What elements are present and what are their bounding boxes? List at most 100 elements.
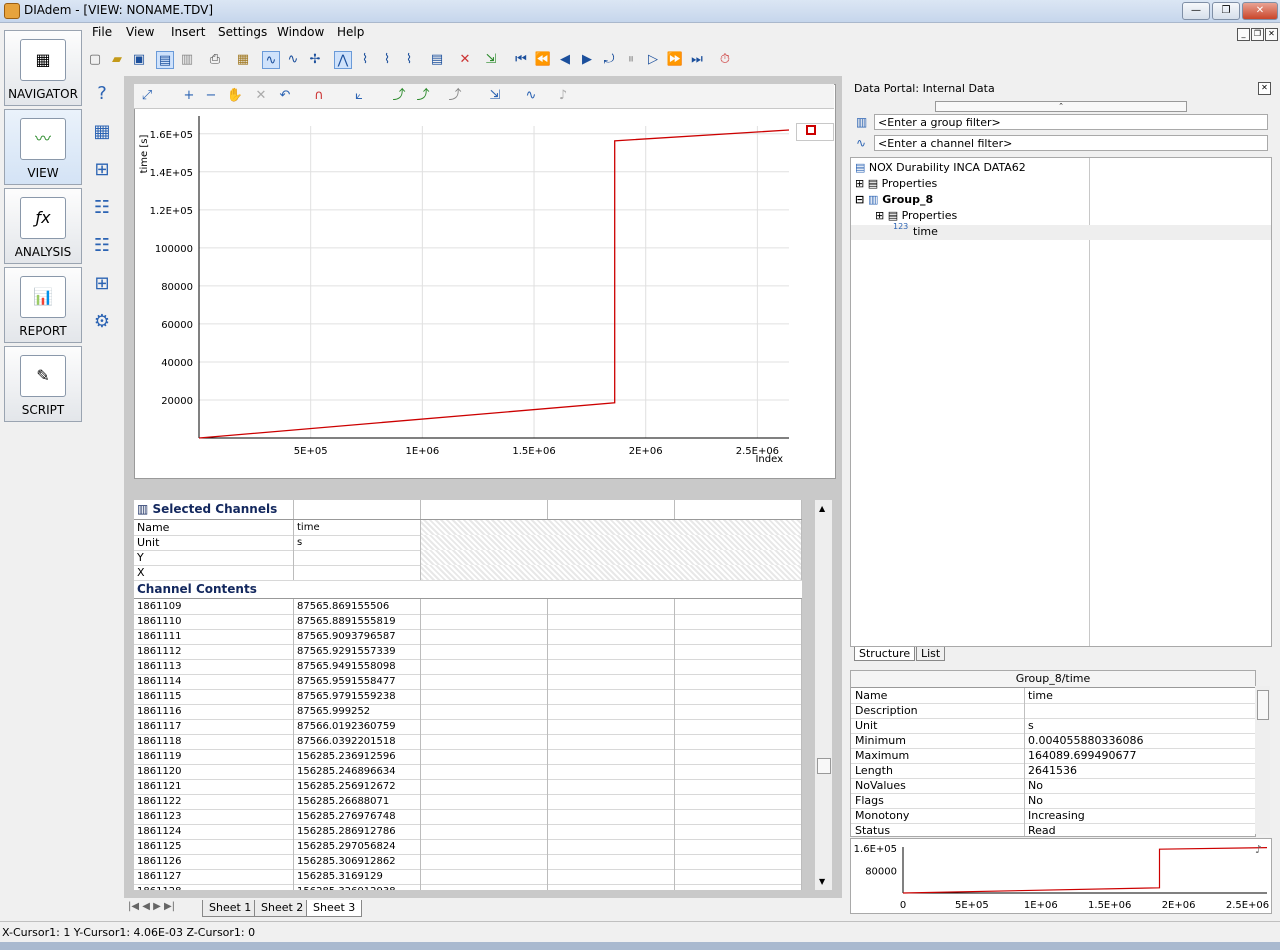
- tab-sheet-2[interactable]: Sheet 2: [254, 900, 311, 917]
- row-value[interactable]: 87565.9591558477: [294, 674, 421, 689]
- row-value[interactable]: 156285.297056824: [294, 839, 421, 854]
- minimize-button[interactable]: —: [1182, 2, 1210, 20]
- tab-structure[interactable]: Structure: [854, 647, 916, 661]
- play-loop-icon[interactable]: ⤾: [600, 51, 618, 69]
- layout-grid-icon[interactable]: ⊞: [88, 270, 116, 298]
- meta-value[interactable]: [294, 565, 421, 580]
- layout-four-icon[interactable]: ⊞: [88, 156, 116, 184]
- layout-mixed-icon[interactable]: ☷: [88, 232, 116, 260]
- menu-window[interactable]: Window: [277, 25, 324, 39]
- row-value[interactable]: 87565.9291557339: [294, 644, 421, 659]
- table-row[interactable]: 1861110 87565.8891555819: [134, 614, 802, 630]
- last-frame-icon[interactable]: ⏭: [688, 51, 706, 69]
- layout-settings-icon[interactable]: ⚙: [88, 308, 116, 336]
- layout-split-icon[interactable]: ☷: [88, 194, 116, 222]
- preview-sound-icon[interactable]: ♪: [1255, 843, 1262, 856]
- export-icon[interactable]: ⇲: [482, 51, 500, 69]
- curve-mode-icon[interactable]: ∿: [522, 87, 540, 105]
- row-value[interactable]: 87566.0192360759: [294, 719, 421, 734]
- meta-value[interactable]: s: [294, 535, 421, 550]
- row-value[interactable]: 156285.246896634: [294, 764, 421, 779]
- scroll-up-icon[interactable]: ▲: [819, 504, 825, 513]
- diadem-app-icon[interactable]: [4, 3, 20, 19]
- band-cursor-icon[interactable]: ∿: [284, 51, 302, 69]
- property-row-description[interactable]: Description: [851, 703, 1255, 719]
- table-row[interactable]: 1861109 87565.869155506: [134, 599, 802, 615]
- zoom-icon[interactable]: ⤢: [138, 87, 156, 105]
- peak-cursor-icon[interactable]: ⋀: [334, 51, 352, 69]
- zoom-out-icon[interactable]: −: [202, 87, 220, 105]
- menu-file[interactable]: File: [92, 25, 112, 39]
- pause-icon[interactable]: ⏸: [622, 51, 640, 69]
- row-value[interactable]: 87565.8891555819: [294, 614, 421, 629]
- nav-report-button[interactable]: 📊 REPORT: [4, 267, 82, 343]
- row-value[interactable]: 156285.236912596: [294, 749, 421, 764]
- tab-list[interactable]: List: [916, 647, 946, 661]
- meta-value[interactable]: time: [294, 520, 421, 535]
- row-value[interactable]: 87565.869155506: [294, 599, 421, 614]
- maximize-button[interactable]: ❐: [1212, 2, 1240, 20]
- nav-navigator-button[interactable]: ▦ NAVIGATOR: [4, 30, 82, 106]
- table-row[interactable]: 1861127 156285.3169129: [134, 869, 802, 885]
- scroll-thumb[interactable]: [817, 758, 831, 774]
- layout-edit-icon[interactable]: ▤: [156, 51, 174, 69]
- table-row[interactable]: 1861112 87565.9291557339: [134, 644, 802, 660]
- table-row[interactable]: 1861114 87565.9591558477: [134, 674, 802, 690]
- table-row[interactable]: 1861113 87565.9491558098: [134, 659, 802, 675]
- edit-curve-icon[interactable]: ⤴: [414, 87, 432, 105]
- collapse-minus-icon[interactable]: ⊟: [855, 193, 868, 206]
- timer-icon[interactable]: ⏱: [716, 51, 734, 69]
- nav-analysis-button[interactable]: ƒx ANALYSIS: [4, 188, 82, 264]
- tree-group-node[interactable]: ⊟ ▥ Group_8: [855, 193, 933, 206]
- property-row-minimum[interactable]: Minimum 0.004055880336086: [851, 733, 1255, 749]
- channel-table[interactable]: ▥ Selected Channels Name time Unit s Y X Chan…: [134, 500, 802, 890]
- properties-scroll-thumb[interactable]: [1257, 690, 1269, 720]
- print-icon[interactable]: ⎙: [206, 51, 224, 69]
- table-vertical-scrollbar[interactable]: ▲ ▼: [815, 500, 832, 890]
- add-curve-icon[interactable]: ⤴: [390, 87, 408, 105]
- frame-cursor-icon[interactable]: ⌇: [356, 51, 374, 69]
- property-row-flags[interactable]: Flags No: [851, 793, 1255, 809]
- nav-view-button[interactable]: 〰 VIEW: [4, 109, 82, 185]
- cursor-mode-icon[interactable]: ∿: [262, 51, 280, 69]
- table-row[interactable]: 1861118 87566.0392201518: [134, 734, 802, 750]
- menu-view[interactable]: View: [126, 25, 154, 39]
- property-row-monotony[interactable]: Monotony Increasing: [851, 808, 1255, 824]
- menu-settings[interactable]: Settings: [218, 25, 267, 39]
- table-row[interactable]: 1861111 87565.9093796587: [134, 629, 802, 645]
- tree-channel-time[interactable]: 123 time: [851, 222, 1271, 240]
- row-value[interactable]: 87565.9791559238: [294, 689, 421, 704]
- table-row[interactable]: 1861120 156285.246896634: [134, 764, 802, 780]
- save-icon[interactable]: ▣: [130, 51, 148, 69]
- tab-sheet-3[interactable]: Sheet 3: [306, 900, 363, 917]
- property-row-maximum[interactable]: Maximum 164089.699490677: [851, 748, 1255, 764]
- undo-zoom-icon[interactable]: ↶: [276, 87, 294, 105]
- copy-icon[interactable]: ▥: [178, 51, 196, 69]
- row-value[interactable]: 156285.276976748: [294, 809, 421, 824]
- table-row[interactable]: 1861123 156285.276976748: [134, 809, 802, 825]
- row-value[interactable]: 87565.999252: [294, 704, 421, 719]
- tree-group-properties[interactable]: ⊞ ▤ Properties: [875, 209, 957, 222]
- menu-insert[interactable]: Insert: [171, 25, 205, 39]
- tree-root-properties[interactable]: ⊞ ▤ Properties: [855, 177, 937, 190]
- step-forward-icon[interactable]: ▷: [644, 51, 662, 69]
- expand-plus-icon[interactable]: ⊞: [855, 177, 868, 190]
- crosshair-cursor-icon[interactable]: ✢: [306, 51, 324, 69]
- play-icon[interactable]: ▶: [578, 51, 596, 69]
- row-value[interactable]: 87565.9491558098: [294, 659, 421, 674]
- table-row[interactable]: 1861116 87565.999252: [134, 704, 802, 720]
- channel-filter-input[interactable]: <Enter a channel filter>: [874, 135, 1268, 151]
- mdi-restore-icon[interactable]: ❐: [1251, 28, 1264, 41]
- property-row-status[interactable]: Status Read: [851, 823, 1255, 836]
- table-view-icon[interactable]: ▦: [88, 118, 116, 146]
- table-row[interactable]: 1861125 156285.297056824: [134, 839, 802, 855]
- expand-plus-icon[interactable]: ⊞: [875, 209, 888, 222]
- axis-type-icon[interactable]: ⟀: [350, 87, 368, 105]
- sheet-nav-first-icon[interactable]: |◀ ◀ ▶ ▶|: [128, 901, 175, 912]
- table-row[interactable]: 1861122 156285.26688071: [134, 794, 802, 810]
- row-value[interactable]: 156285.26688071: [294, 794, 421, 809]
- property-row-unit[interactable]: Unit s: [851, 718, 1255, 734]
- property-row-novalues[interactable]: NoValues No: [851, 778, 1255, 794]
- table-row[interactable]: 1861119 156285.236912596: [134, 749, 802, 765]
- pan-hand-icon[interactable]: ✋: [226, 87, 244, 105]
